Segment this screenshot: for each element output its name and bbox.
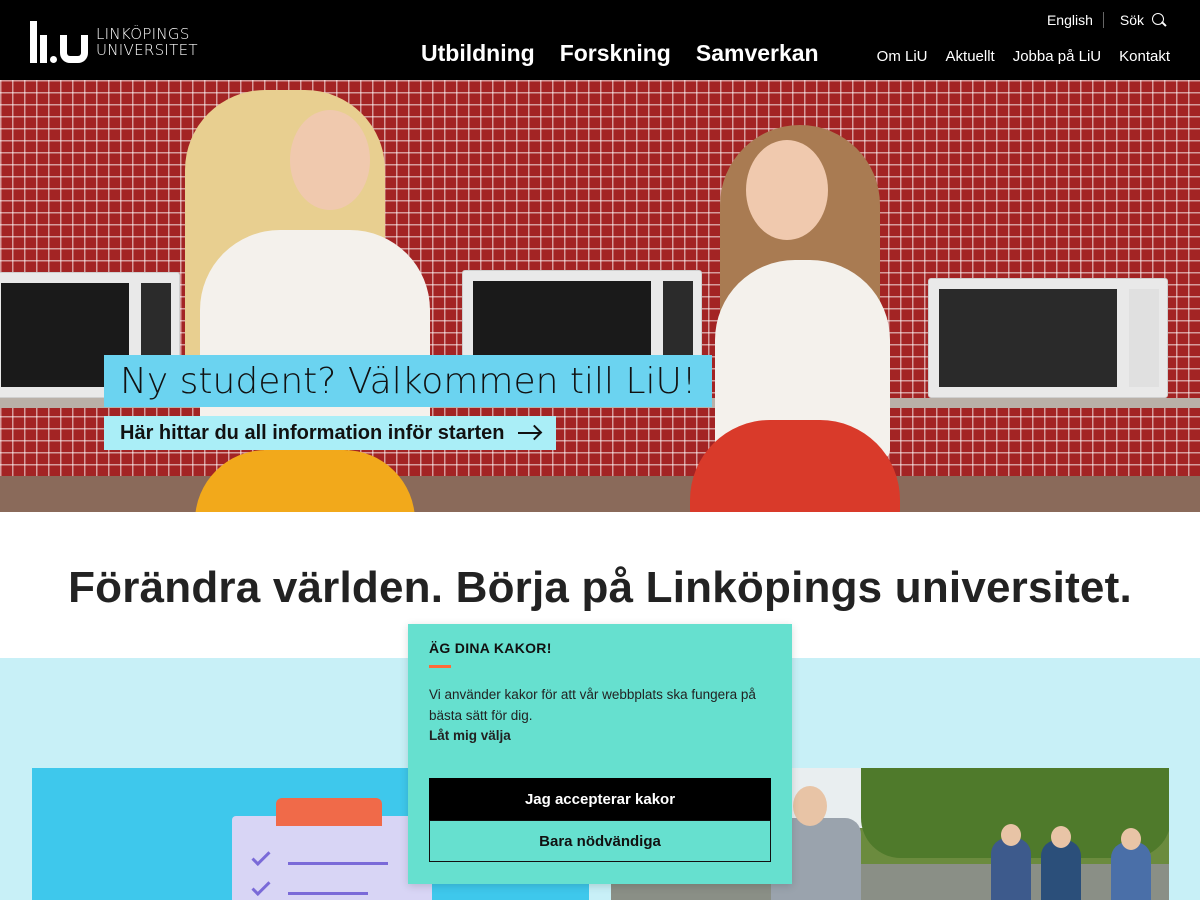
photo-person <box>991 838 1031 900</box>
site-header: LINKÖPINGS UNIVERSITET English Sök Utbil… <box>0 0 1200 80</box>
hero-cta-link[interactable]: Här hittar du all information inför star… <box>104 416 557 450</box>
hero-counter <box>0 476 1200 512</box>
photo-person-head <box>1001 824 1021 846</box>
arrow-right-icon <box>518 432 541 434</box>
secondary-nav-kontakt[interactable]: Kontakt <box>1119 48 1170 65</box>
hero-microwave <box>928 278 1168 398</box>
logo-line-2: UNIVERSITET <box>96 41 198 59</box>
page-headline: Förändra världen. Börja på Linköpings un… <box>68 563 1132 612</box>
language-link[interactable]: English <box>1047 12 1104 28</box>
hero-cta-label: Här hittar du all information inför star… <box>120 422 505 444</box>
main-nav-utbildning[interactable]: Utbildning <box>421 40 535 67</box>
cookie-dialog: ÄG DINA KAKOR! Vi använder kakor för att… <box>408 624 792 884</box>
secondary-nav-om-liu[interactable]: Om LiU <box>877 48 928 65</box>
photo-person <box>1041 840 1081 900</box>
secondary-nav: Om LiU Aktuellt Jobba på LiU Kontakt <box>877 48 1170 65</box>
student-left-face <box>290 110 370 210</box>
main-nav: Utbildning Forskning Samverkan <box>421 40 819 67</box>
secondary-nav-aktuellt[interactable]: Aktuellt <box>946 48 995 65</box>
photo-person <box>1111 842 1151 900</box>
logo-line-1: LINKÖPINGS <box>96 25 190 43</box>
search-icon <box>1152 13 1166 27</box>
student-left-pants <box>195 450 415 512</box>
logo-wordmark: LINKÖPINGS UNIVERSITET <box>96 26 198 58</box>
cookie-dialog-text: Vi använder kakor för att vår webbplats … <box>429 687 756 723</box>
cookie-choose-link[interactable]: Låt mig välja <box>429 728 771 743</box>
search-button[interactable]: Sök <box>1104 12 1166 28</box>
checklist-line <box>288 862 388 865</box>
main-nav-samverkan[interactable]: Samverkan <box>696 40 819 67</box>
cookie-dialog-title: ÄG DINA KAKOR! <box>429 640 552 656</box>
secondary-nav-jobba[interactable]: Jobba på LiU <box>1013 48 1101 65</box>
liu-logo[interactable]: LINKÖPINGS UNIVERSITET <box>30 20 202 64</box>
liu-logo-mark-icon <box>30 21 88 63</box>
utility-nav: English Sök <box>1047 12 1166 28</box>
hero-title: Ny student? Välkommen till LiU! <box>104 355 713 407</box>
photo-person-head <box>1051 826 1071 848</box>
necessary-cookies-button[interactable]: Bara nödvändiga <box>429 820 771 862</box>
clipboard-clip <box>276 798 382 826</box>
cookie-title-rule <box>429 665 451 668</box>
checklist-line <box>288 892 368 895</box>
main-nav-forskning[interactable]: Forskning <box>560 40 671 67</box>
photo-person-head <box>793 786 827 826</box>
hero-banner: Ny student? Välkommen till LiU! Här hitt… <box>0 80 1200 512</box>
photo-person-head <box>1121 828 1141 850</box>
student-right-face <box>746 140 828 240</box>
accept-cookies-button[interactable]: Jag accepterar kakor <box>429 778 771 820</box>
search-label: Sök <box>1119 12 1144 28</box>
